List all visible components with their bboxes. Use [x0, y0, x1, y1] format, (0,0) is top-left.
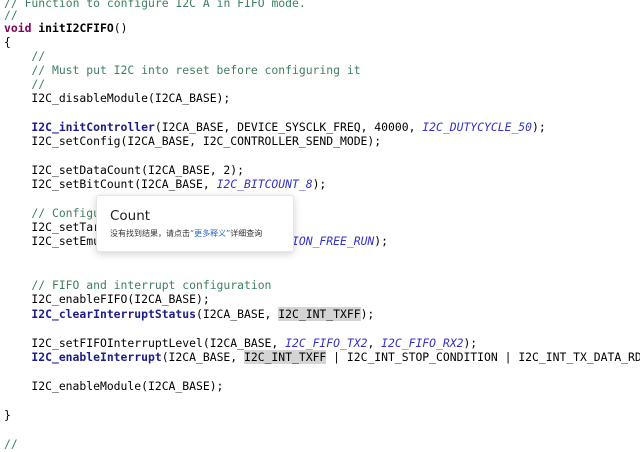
code-token: I2C_setBitCount(I2CA_BASE, — [31, 177, 217, 191]
code-line[interactable]: I2C_setFIFOInterruptLevel(I2CA_BASE, I2C… — [31, 336, 477, 351]
code-line[interactable]: // — [31, 49, 45, 64]
code-token: ); — [532, 120, 546, 134]
code-token: I2C_clearInterruptStatus — [31, 307, 196, 321]
code-token: { — [4, 35, 11, 49]
code-token: // Function to configure I2C A in FIFO m… — [4, 0, 306, 10]
code-token: // Must put I2C into reset before config… — [31, 63, 361, 77]
code-line[interactable]: } — [4, 408, 11, 423]
popup-message-prefix: 没有找到结果，请点击 — [110, 229, 190, 238]
code-token: // — [31, 49, 46, 63]
code-token: ); — [312, 177, 327, 191]
code-line[interactable]: I2C_enableModule(I2CA_BASE); — [31, 379, 223, 394]
code-token: I2C_setEmu — [31, 234, 100, 248]
code-token: I2C_setDataCount(I2CA_BASE, 2); — [31, 163, 244, 177]
popup-message-suffix: 详细查询 — [230, 229, 263, 238]
code-token: | I2C_INT_STOP_CONDITION | I2C_INT_TX_DA… — [326, 350, 640, 364]
code-token: (I2CA_BASE, — [161, 350, 244, 364]
code-line[interactable]: // Must put I2C into reset before config… — [31, 63, 360, 78]
popup-message: 没有找到结果，请点击“更多释义”详细查询 — [110, 228, 262, 239]
code-line[interactable]: I2C_setBitCount(I2CA_BASE, I2C_BITCOUNT_… — [31, 177, 326, 192]
code-token: void — [4, 21, 32, 35]
code-line[interactable]: I2C_disableModule(I2CA_BASE); — [31, 91, 230, 106]
code-line[interactable]: // — [31, 77, 45, 92]
code-token: I2C_enableModule(I2CA_BASE); — [31, 379, 224, 393]
code-token: I2C_setFIFOInterruptLevel(I2CA_BASE, — [31, 336, 286, 350]
code-token: // — [4, 437, 18, 451]
code-line[interactable]: I2C_setDataCount(I2CA_BASE, 2); — [31, 163, 244, 178]
code-token: I2C_initController — [31, 120, 155, 134]
code-token: initI2CFIFO — [38, 21, 114, 35]
highlighted-token: I2C_INT_TXFF — [244, 350, 327, 364]
code-line[interactable]: I2C_setConfig(I2CA_BASE, I2C_CONTROLLER_… — [31, 134, 381, 149]
code-token: I2C_setConfig(I2CA_BASE, I2C_CONTROLLER_… — [31, 134, 382, 148]
dictionary-popup: Count 没有找到结果，请点击“更多释义”详细查询 — [96, 195, 294, 252]
code-token: (I2CA_BASE, — [195, 307, 279, 321]
code-token: // — [31, 77, 46, 91]
code-token: } — [4, 408, 11, 422]
code-token: I2C_DUTYCYCLE_50 — [422, 120, 533, 134]
code-token: // FIFO and interrupt configuration — [31, 278, 272, 292]
code-token: I2C_enableFIFO(I2CA_BASE); — [31, 292, 210, 306]
code-line[interactable]: I2C_enableFIFO(I2CA_BASE); — [31, 292, 209, 307]
code-token: ); — [360, 307, 375, 321]
code-token: // Configu — [31, 206, 100, 220]
code-token: I2C_FIFO_RX2 — [381, 336, 464, 350]
code-line[interactable]: // Function to configure I2C A in FIFO m… — [4, 0, 306, 11]
code-token: () — [113, 21, 128, 35]
code-line[interactable]: I2C_clearInterruptStatus(I2CA_BASE, I2C_… — [31, 307, 374, 322]
code-token: (I2CA_BASE, DEVICE_SYSCLK_FREQ, 40000, — [154, 120, 423, 134]
code-line[interactable]: I2C_setTar — [31, 220, 100, 235]
code-token: // — [4, 8, 18, 22]
code-token: , — [367, 336, 382, 350]
code-line[interactable]: // FIFO and interrupt configuration — [31, 278, 271, 293]
code-token: I2C_setTar — [31, 220, 100, 234]
code-token: I2C_enableInterrupt — [31, 350, 162, 364]
code-token: I2C_FIFO_TX2 — [285, 336, 368, 350]
code-line[interactable]: // — [4, 437, 18, 452]
code-line[interactable]: // Configu — [31, 206, 100, 221]
code-line[interactable]: void initI2CFIFO() — [4, 21, 127, 36]
code-line[interactable]: I2C_enableInterrupt(I2CA_BASE, I2C_INT_T… — [31, 350, 640, 365]
highlighted-token: I2C_INT_TXFF — [278, 307, 361, 321]
code-line[interactable]: I2C_initController(I2CA_BASE, DEVICE_SYS… — [31, 120, 545, 135]
code-line[interactable]: { — [4, 35, 11, 50]
code-token: I2C_BITCOUNT_8 — [216, 177, 313, 191]
code-token: ); — [374, 234, 389, 248]
popup-title: Count — [110, 208, 151, 224]
code-token: ); — [463, 336, 478, 350]
more-definitions-link[interactable]: “更多释义” — [190, 229, 230, 238]
code-token: I2C_disableModule(I2CA_BASE); — [31, 91, 231, 105]
